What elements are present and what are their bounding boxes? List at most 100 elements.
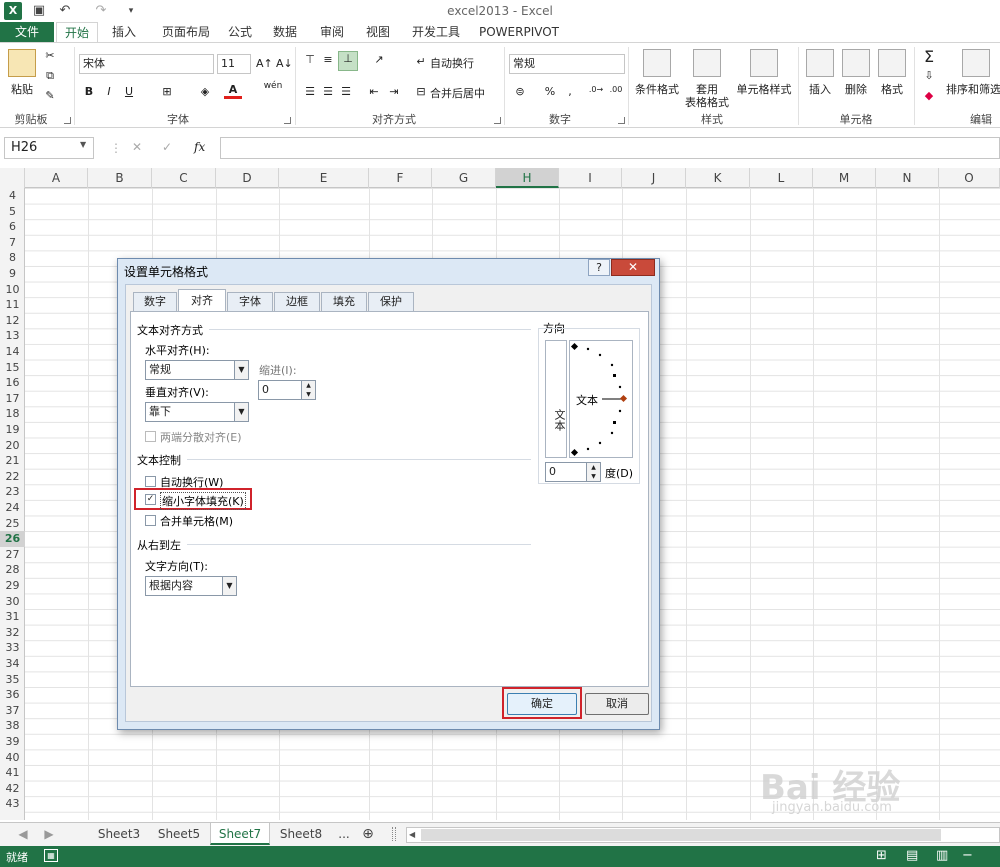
column-header-d[interactable]: D bbox=[216, 168, 279, 188]
clear-icon[interactable]: ◆ bbox=[920, 89, 938, 102]
row-header[interactable]: 31 bbox=[0, 609, 25, 625]
row-header[interactable]: 4 bbox=[0, 188, 25, 204]
column-header-c[interactable]: C bbox=[152, 168, 216, 188]
increase-indent-icon[interactable]: ⇥ bbox=[386, 85, 402, 98]
normal-view-icon[interactable]: ⊞ bbox=[876, 848, 887, 863]
spinner-arrows-icon[interactable]: ▲ ▼ bbox=[301, 381, 315, 399]
number-launcher-icon[interactable] bbox=[618, 117, 625, 124]
vertical-align-select[interactable]: 靠下 ▼ bbox=[145, 402, 249, 422]
borders-icon[interactable]: ⊞ bbox=[158, 85, 176, 98]
horizontal-scrollbar[interactable]: ◀ bbox=[406, 827, 1000, 843]
tab-page-layout[interactable]: 页面布局 bbox=[154, 22, 218, 42]
select-all-button[interactable] bbox=[0, 168, 25, 188]
delete-cells-button[interactable]: 删除 bbox=[838, 81, 874, 97]
fill-color-icon[interactable]: ◈ bbox=[196, 85, 214, 98]
insert-cells-icon[interactable] bbox=[806, 49, 834, 77]
row-header[interactable]: 11 bbox=[0, 297, 25, 313]
format-table-line2[interactable]: 表格格式 bbox=[681, 94, 733, 110]
row-header[interactable]: 38 bbox=[0, 718, 25, 734]
row-header[interactable]: 27 bbox=[0, 547, 25, 563]
page-layout-view-icon[interactable]: ▤ bbox=[906, 848, 918, 863]
cancel-button[interactable]: 取消 bbox=[585, 693, 649, 715]
row-header[interactable]: 32 bbox=[0, 625, 25, 641]
justify-distributed-checkbox[interactable] bbox=[145, 431, 156, 442]
row-header[interactable]: 41 bbox=[0, 765, 25, 781]
degrees-spinner[interactable]: 0 ▲ ▼ bbox=[545, 462, 601, 482]
scrollbar-thumb[interactable] bbox=[421, 829, 941, 841]
copy-icon[interactable]: ⧉ bbox=[42, 69, 58, 83]
row-header-selected[interactable]: 26 bbox=[0, 531, 25, 547]
wrap-text-icon[interactable]: ↵ bbox=[414, 55, 428, 68]
dialog-tab-protection[interactable]: 保护 bbox=[368, 292, 414, 312]
help-button[interactable]: ? bbox=[588, 259, 610, 276]
shrink-font-icon[interactable]: A↓ bbox=[276, 57, 293, 70]
font-size-select[interactable]: 11 bbox=[217, 54, 251, 74]
enter-formula-icon[interactable]: ✓ bbox=[162, 140, 172, 154]
fill-icon[interactable]: ⇩ bbox=[920, 69, 938, 82]
row-header[interactable]: 13 bbox=[0, 328, 25, 344]
row-header[interactable]: 24 bbox=[0, 500, 25, 516]
indent-spinner[interactable]: 0 ▲ ▼ bbox=[258, 380, 316, 400]
autosum-button[interactable]: Σ bbox=[920, 47, 938, 66]
tab-view[interactable]: 视图 bbox=[360, 22, 396, 42]
row-header[interactable]: 36 bbox=[0, 687, 25, 703]
column-header-m[interactable]: M bbox=[813, 168, 876, 188]
conditional-format-icon[interactable] bbox=[643, 49, 671, 77]
horizontal-align-select[interactable]: 常规 ▼ bbox=[145, 360, 249, 380]
macro-record-icon[interactable]: ▦ bbox=[44, 849, 58, 862]
decrease-indent-icon[interactable]: ⇤ bbox=[366, 85, 382, 98]
column-header-o[interactable]: O bbox=[939, 168, 1000, 188]
tab-insert[interactable]: 插入 bbox=[104, 22, 144, 42]
phonetic-button[interactable]: wén bbox=[262, 81, 284, 91]
spinner-arrows-icon[interactable]: ▲ ▼ bbox=[586, 463, 600, 481]
align-middle-icon[interactable]: ≡ bbox=[320, 53, 336, 66]
row-header[interactable]: 34 bbox=[0, 656, 25, 672]
font-name-select[interactable]: 宋体 bbox=[79, 54, 214, 74]
italic-button[interactable]: I bbox=[102, 85, 116, 98]
column-header-f[interactable]: F bbox=[369, 168, 432, 188]
row-header[interactable]: 14 bbox=[0, 344, 25, 360]
row-header[interactable]: 40 bbox=[0, 750, 25, 766]
tab-home[interactable]: 开始 bbox=[56, 22, 98, 42]
font-launcher-icon[interactable] bbox=[284, 117, 291, 124]
tab-formulas[interactable]: 公式 bbox=[222, 22, 258, 42]
new-sheet-button[interactable]: ⊕ bbox=[358, 823, 378, 845]
format-cells-button[interactable]: 格式 bbox=[874, 81, 910, 97]
row-header[interactable]: 18 bbox=[0, 406, 25, 422]
row-header[interactable]: 8 bbox=[0, 250, 25, 266]
text-direction-select[interactable]: 根据内容 ▼ bbox=[145, 576, 237, 596]
grow-font-icon[interactable]: A↑ bbox=[256, 57, 273, 70]
format-cells-icon[interactable] bbox=[878, 49, 906, 77]
ok-button[interactable]: 确定 bbox=[507, 693, 577, 715]
cancel-formula-icon[interactable]: ✕ bbox=[132, 140, 142, 154]
page-break-view-icon[interactable]: ▥ bbox=[936, 848, 948, 863]
insert-cells-button[interactable]: 插入 bbox=[802, 81, 838, 97]
column-header-j[interactable]: J bbox=[622, 168, 686, 188]
accounting-format-icon[interactable]: ⊜ bbox=[512, 85, 528, 98]
prev-sheet-button[interactable]: ◀ bbox=[14, 823, 32, 845]
column-header-l[interactable]: L bbox=[750, 168, 813, 188]
sheet-tab[interactable]: Sheet8 bbox=[272, 823, 330, 845]
row-header[interactable]: 37 bbox=[0, 703, 25, 719]
orientation-dial[interactable]: 文本 bbox=[569, 340, 633, 458]
row-header[interactable]: 33 bbox=[0, 640, 25, 656]
row-header[interactable]: 19 bbox=[0, 422, 25, 438]
row-header[interactable]: 29 bbox=[0, 578, 25, 594]
row-header[interactable]: 5 bbox=[0, 204, 25, 220]
sheet-tab[interactable]: Sheet3 bbox=[90, 823, 148, 845]
row-header[interactable]: 7 bbox=[0, 235, 25, 251]
tab-review[interactable]: 审阅 bbox=[314, 22, 350, 42]
percent-button[interactable]: % bbox=[542, 85, 558, 98]
merge-center-button[interactable]: 合并后居中 bbox=[430, 85, 490, 101]
cell-styles-icon[interactable] bbox=[750, 49, 778, 77]
align-right-icon[interactable]: ☰ bbox=[338, 85, 354, 98]
paste-icon[interactable] bbox=[8, 49, 36, 77]
row-header[interactable]: 17 bbox=[0, 391, 25, 407]
sheet-tab-active[interactable]: Sheet7 bbox=[210, 823, 270, 845]
orientation-icon[interactable]: ↗ bbox=[368, 53, 390, 66]
scroll-left-icon[interactable]: ◀ bbox=[409, 830, 415, 839]
row-header[interactable]: 35 bbox=[0, 672, 25, 688]
row-header[interactable]: 6 bbox=[0, 219, 25, 235]
conditional-format-button[interactable]: 条件格式 bbox=[633, 81, 681, 97]
wrap-text-button[interactable]: 自动换行 bbox=[430, 55, 490, 71]
